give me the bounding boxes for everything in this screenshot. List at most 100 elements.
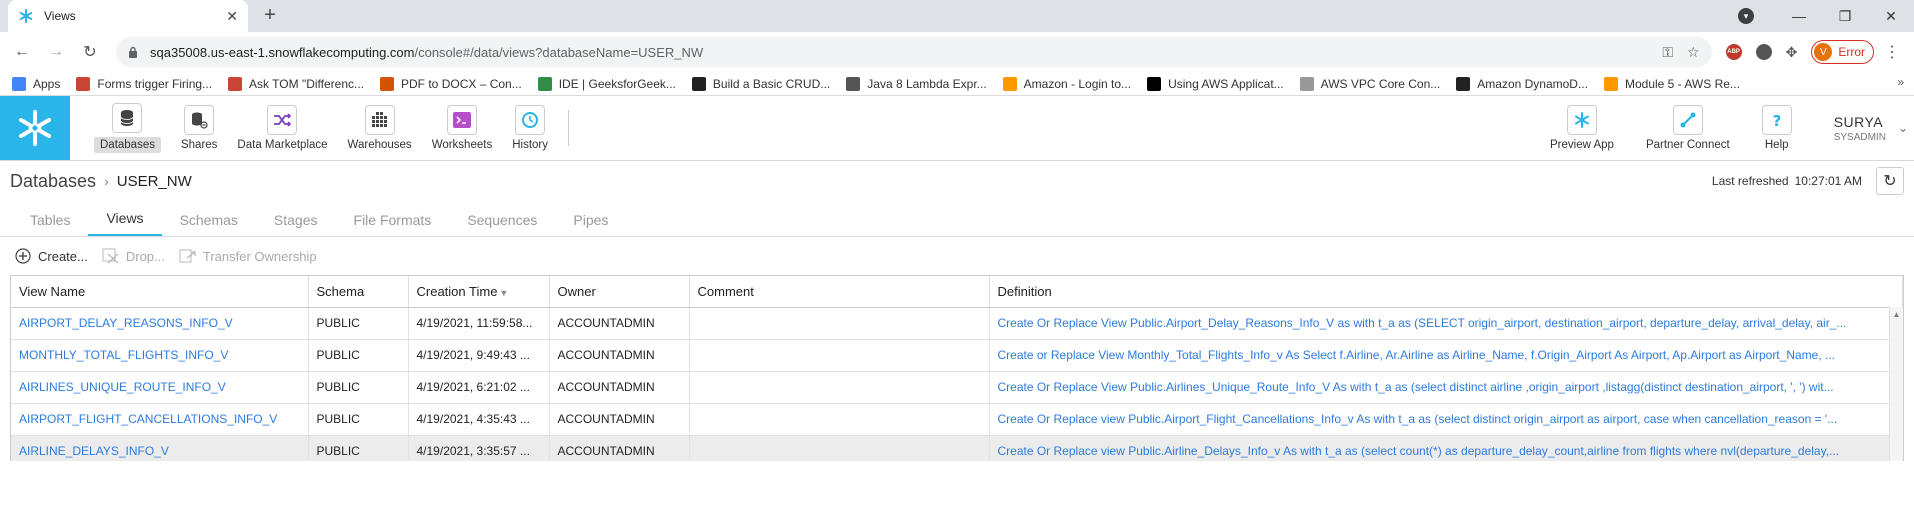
col-header-creation-time[interactable]: Creation Time ▼ <box>408 276 550 308</box>
window-close-icon[interactable]: ✕ <box>1868 8 1914 25</box>
close-tab-icon[interactable]: ✕ <box>226 8 238 25</box>
breadcrumb-databases[interactable]: Databases <box>10 171 96 192</box>
profile-error-button[interactable]: V Error <box>1811 40 1874 64</box>
table-row[interactable]: AIRPORT_DELAY_REASONS_INFO_V PUBLIC 4/19/2… <box>11 307 1903 340</box>
bookmark-label: Module 5 - AWS Re... <box>1624 76 1740 91</box>
nav-item-databases[interactable]: Databases <box>84 96 171 160</box>
minimize-icon[interactable]: — <box>1776 8 1822 24</box>
address-bar[interactable]: sqa35008.us-east-1.snowflakecomputing.co… <box>116 37 1712 67</box>
restore-icon[interactable]: ❐ <box>1822 8 1868 25</box>
user-menu[interactable]: SURYA SYSADMIN <box>1808 96 1898 160</box>
nav-item-label: Warehouses <box>347 139 412 151</box>
snowflake-logo-icon[interactable] <box>0 96 70 160</box>
table-row[interactable]: MONTHLY_TOTAL_FLIGHTS_INFO_V PUBLIC 4/19/2… <box>11 339 1903 372</box>
tab-sequences[interactable]: Sequences <box>449 212 555 236</box>
col-header-schema[interactable]: Schema <box>308 276 409 308</box>
bookmark-item[interactable]: Java 8 Lambda Expr... <box>846 76 987 91</box>
adblock-icon[interactable]: ABP <box>1725 44 1742 60</box>
scroll-up-icon[interactable]: ▲ <box>1890 310 1903 319</box>
bookmark-label: PDF to DOCX – Con... <box>401 76 522 91</box>
bookmark-item[interactable]: Apps <box>12 76 61 91</box>
browser-menu-icon[interactable]: ⋮ <box>1884 42 1900 62</box>
views-table: View Name Schema Creation Time ▼ Owner Co… <box>11 276 1903 461</box>
views-table-container: View Name Schema Creation Time ▼ Owner Co… <box>10 275 1904 461</box>
col-header-owner[interactable]: Owner <box>549 276 690 308</box>
back-icon[interactable]: ← <box>8 43 36 61</box>
bookmark-item[interactable]: PDF to DOCX – Con... <box>380 76 522 91</box>
nav-item-data-marketplace[interactable]: Data Marketplace <box>227 96 337 160</box>
view-name-link[interactable]: AIRPORT_FLIGHT_CANCELLATIONS_INFO_V <box>11 403 309 436</box>
col-header-comment[interactable]: Comment <box>689 276 990 308</box>
owner-cell: ACCOUNTADMIN <box>549 371 690 404</box>
tab-pipes[interactable]: Pipes <box>555 212 626 236</box>
view-name-link[interactable]: AIRLINE_DELAYS_INFO_V <box>11 435 309 461</box>
extensions-puzzle-icon[interactable]: ✥ <box>1786 44 1798 61</box>
bookmark-label: Apps <box>33 76 61 91</box>
tab-views[interactable]: Views <box>88 210 162 236</box>
owner-cell: ACCOUNTADMIN <box>549 307 690 340</box>
tab-tables[interactable]: Tables <box>12 212 88 236</box>
tab-stages[interactable]: Stages <box>256 212 336 236</box>
table-scrollbar[interactable]: ▲ <box>1889 307 1903 461</box>
bookmark-item[interactable]: Forms trigger Firing... <box>76 76 212 91</box>
table-row[interactable]: AIRLINE_DELAYS_INFO_V PUBLIC 4/19/2021, 3:… <box>11 435 1903 461</box>
create-button[interactable]: Create... <box>14 247 88 265</box>
bookmark-item[interactable]: Module 5 - AWS Re... <box>1603 76 1740 91</box>
chevron-down-icon[interactable]: ⌄ <box>1898 96 1914 160</box>
tab-file-formats[interactable]: File Formats <box>336 212 450 236</box>
bookmark-label: Build a Basic CRUD... <box>712 76 831 91</box>
extension-circle-icon[interactable] <box>1755 44 1772 60</box>
worksheets-icon <box>446 105 477 135</box>
refresh-icon[interactable]: ↻ <box>1876 167 1904 195</box>
tab-search-icon[interactable]: ▾ <box>1738 8 1754 24</box>
drop-label: Drop... <box>125 248 165 264</box>
nav-item-history[interactable]: History <box>502 96 558 160</box>
transfer-ownership-button[interactable]: Transfer Ownership <box>179 247 317 265</box>
table-row[interactable]: AIRPORT_FLIGHT_CANCELLATIONS_INFO_V PUBLI… <box>11 403 1903 436</box>
nav-item-preview-app[interactable]: Preview App <box>1534 96 1630 160</box>
bookmark-item[interactable]: Ask TOM "Differenc... <box>228 76 364 91</box>
owner-cell: ACCOUNTADMIN <box>549 403 690 436</box>
browser-tab[interactable]: Views ✕ <box>8 0 248 32</box>
drop-button[interactable]: Drop... <box>102 247 165 265</box>
history-icon <box>515 105 546 135</box>
key-icon[interactable]: ⚿ <box>1662 44 1673 61</box>
nav-item-partner-connect[interactable]: Partner Connect <box>1630 96 1746 160</box>
bookmark-item[interactable]: Using AWS Applicat... <box>1147 76 1284 91</box>
nav-item-warehouses[interactable]: Warehouses <box>338 96 422 160</box>
view-name-link[interactable]: AIRPORT_DELAY_REASONS_INFO_V <box>11 307 309 340</box>
definition-link[interactable]: Create or Replace View Monthly_Total_Fli… <box>989 339 1903 372</box>
definition-link[interactable]: Create Or Replace view Public.Airport_Fl… <box>989 403 1903 436</box>
definition-link[interactable]: Create Or Replace view Public.Airline_De… <box>989 435 1903 461</box>
definition-link[interactable]: Create Or Replace View Public.Airport_De… <box>989 307 1903 340</box>
bookmark-star-icon[interactable]: ☆ <box>1687 44 1700 61</box>
reload-icon[interactable]: ↻ <box>76 42 104 62</box>
forward-icon[interactable]: → <box>42 43 70 61</box>
bookmarks-bar: Apps Forms trigger Firing... Ask TOM "Diff… <box>0 72 1914 96</box>
nav-item-label: Partner Connect <box>1645 139 1730 151</box>
nav-item-help[interactable]: ? Help <box>1746 96 1808 160</box>
new-tab-icon[interactable]: + <box>258 4 282 27</box>
nav-item-shares[interactable]: Shares <box>171 96 227 160</box>
table-row[interactable]: AIRLINES_UNIQUE_ROUTE_INFO_V PUBLIC 4/19/2… <box>11 371 1903 404</box>
bookmark-item[interactable]: IDE | GeeksforGeek... <box>537 76 676 91</box>
last-refreshed: Last refreshed 10:27:01 AM ↻ <box>1712 167 1904 195</box>
lock-icon[interactable] <box>128 46 140 58</box>
bookmark-item[interactable]: Build a Basic CRUD... <box>691 76 831 91</box>
bookmarks-overflow-icon[interactable]: » <box>1897 75 1904 89</box>
tab-schemas[interactable]: Schemas <box>162 212 256 236</box>
owner-cell: ACCOUNTADMIN <box>549 339 690 372</box>
bookmark-item[interactable]: Amazon DynamoD... <box>1456 76 1588 91</box>
definition-link[interactable]: Create Or Replace View Public.Airlines_U… <box>989 371 1903 404</box>
col-header-definition[interactable]: Definition <box>989 276 1903 308</box>
nav-item-worksheets[interactable]: Worksheets <box>422 96 503 160</box>
bookmark-item[interactable]: AWS VPC Core Con... <box>1299 76 1440 91</box>
profile-error-label: Error <box>1838 45 1865 59</box>
view-name-link[interactable]: AIRLINES_UNIQUE_ROUTE_INFO_V <box>11 371 309 404</box>
profile-avatar: V <box>1814 43 1833 61</box>
creation-time-cell: 4/19/2021, 9:49:43 ... <box>408 339 550 372</box>
col-header-view-name[interactable]: View Name <box>11 276 309 308</box>
nav-item-label: Shares <box>180 139 218 151</box>
view-name-link[interactable]: MONTHLY_TOTAL_FLIGHTS_INFO_V <box>11 339 309 372</box>
bookmark-item[interactable]: Amazon - Login to... <box>1002 76 1131 91</box>
